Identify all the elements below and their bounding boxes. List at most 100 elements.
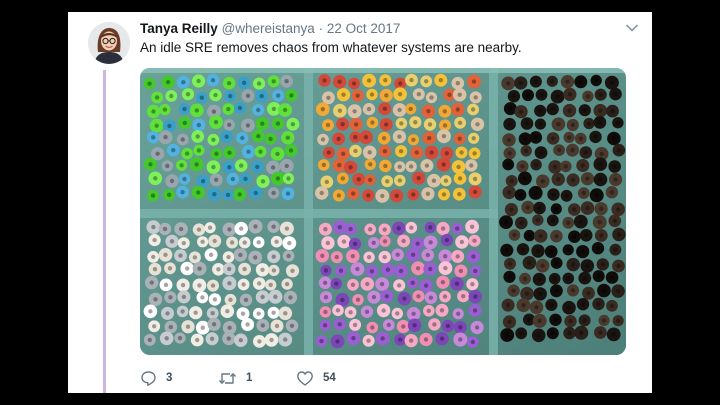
- bead-hole: [411, 192, 416, 197]
- tweet-date[interactable]: 22 Oct 2017: [327, 21, 401, 36]
- bead-hole: [397, 107, 402, 113]
- bead-hole: [471, 254, 476, 259]
- bead-hole: [243, 297, 249, 303]
- bead-hole: [269, 337, 274, 343]
- bead-hole: [566, 220, 571, 225]
- bead-hole: [567, 330, 572, 336]
- bead-hole: [455, 254, 460, 259]
- bead-hole: [556, 122, 561, 127]
- bead-hole: [369, 92, 375, 97]
- bead-hole: [334, 254, 339, 260]
- bead-hole: [520, 164, 525, 169]
- bead-hole: [556, 147, 562, 153]
- bead-hole: [239, 163, 244, 168]
- bead-hole: [506, 162, 511, 167]
- bead-hole: [554, 260, 559, 266]
- bead-hole: [224, 134, 229, 139]
- bead-hole: [570, 288, 576, 293]
- bead-hole: [615, 120, 621, 125]
- bead-hole: [519, 220, 524, 226]
- bead-hole: [585, 263, 590, 269]
- bead-hole: [196, 78, 201, 84]
- bead-hole: [193, 310, 198, 315]
- bead-hole: [582, 318, 587, 323]
- bead-hole: [580, 249, 585, 254]
- bead-hole: [348, 226, 353, 232]
- avatar[interactable]: [88, 22, 130, 64]
- bead-hole: [398, 268, 404, 274]
- bead-hole: [350, 254, 355, 259]
- bead-hole: [271, 254, 276, 259]
- bead-hole: [398, 81, 403, 86]
- bead-hole: [475, 122, 480, 127]
- bead-hole: [511, 288, 516, 293]
- bead-hole: [443, 178, 449, 183]
- bead-hole: [275, 121, 281, 126]
- tweet-card[interactable]: Tanya Reilly @whereistanya · 22 Oct 2017…: [68, 12, 652, 393]
- bead-hole: [415, 266, 421, 271]
- bead-hole: [340, 176, 345, 181]
- bead-hole: [260, 179, 266, 184]
- bead-hole: [397, 92, 403, 97]
- bead-hole: [147, 337, 152, 343]
- bead-hole: [398, 337, 403, 342]
- bead-hole: [399, 121, 404, 126]
- bead-hole: [385, 179, 390, 184]
- bead-hole: [534, 305, 539, 310]
- bead-hole: [226, 254, 231, 260]
- bead-hole: [371, 240, 376, 245]
- bead-hole: [319, 338, 324, 344]
- bead-hole: [240, 311, 246, 316]
- retweet-button[interactable]: 1: [218, 368, 252, 388]
- bead-hole: [335, 308, 341, 313]
- bead-hole: [162, 107, 168, 112]
- bead-hole: [148, 162, 153, 167]
- bead-hole: [594, 193, 599, 198]
- bead-hole: [520, 247, 526, 252]
- bead-hole: [348, 310, 353, 315]
- bead-hole: [457, 176, 463, 181]
- bead-hole: [351, 81, 357, 86]
- bead-hole: [413, 120, 418, 125]
- chevron-down-icon[interactable]: [625, 21, 639, 35]
- bead-hole: [276, 93, 281, 98]
- bead-hole: [288, 295, 293, 300]
- bead-hole: [457, 92, 462, 97]
- retweet-count: 1: [246, 372, 253, 384]
- bead-hole: [323, 309, 328, 315]
- bead-hole: [441, 162, 446, 167]
- bead-hole: [271, 190, 276, 196]
- bead-hole: [415, 241, 420, 246]
- bead-hole: [152, 324, 157, 329]
- bead-hole: [429, 150, 434, 155]
- bead-hole: [284, 163, 289, 169]
- bead-hole: [352, 322, 358, 328]
- bead-hole: [151, 254, 156, 260]
- bead-hole: [253, 190, 258, 196]
- bead-hole: [214, 151, 219, 156]
- bead-hole: [538, 150, 544, 155]
- bead-hole: [535, 248, 541, 254]
- author-handle[interactable]: @whereistanya: [222, 21, 315, 36]
- bead-hole: [370, 325, 375, 330]
- bead-hole: [227, 281, 232, 286]
- author-name[interactable]: Tanya Reilly: [140, 21, 218, 36]
- bead-hole: [253, 255, 258, 260]
- bead-hole: [585, 205, 590, 211]
- bead-hole: [507, 190, 512, 195]
- bead-hole: [444, 151, 449, 156]
- bead-hole: [518, 109, 524, 114]
- reply-button[interactable]: 3: [140, 368, 172, 388]
- bead-hole: [227, 122, 232, 127]
- like-button[interactable]: 54: [296, 368, 336, 388]
- tweet-photo[interactable]: [140, 68, 626, 355]
- bead-hole: [287, 240, 292, 246]
- bead-hole: [549, 302, 554, 308]
- bead-hole: [256, 81, 262, 86]
- bead-hole: [439, 336, 445, 341]
- bead-hole: [616, 148, 622, 153]
- heart-outline-icon: [297, 370, 313, 386]
- bead-hole: [416, 175, 421, 181]
- bead-hole: [226, 336, 231, 341]
- bead-hole: [271, 79, 276, 84]
